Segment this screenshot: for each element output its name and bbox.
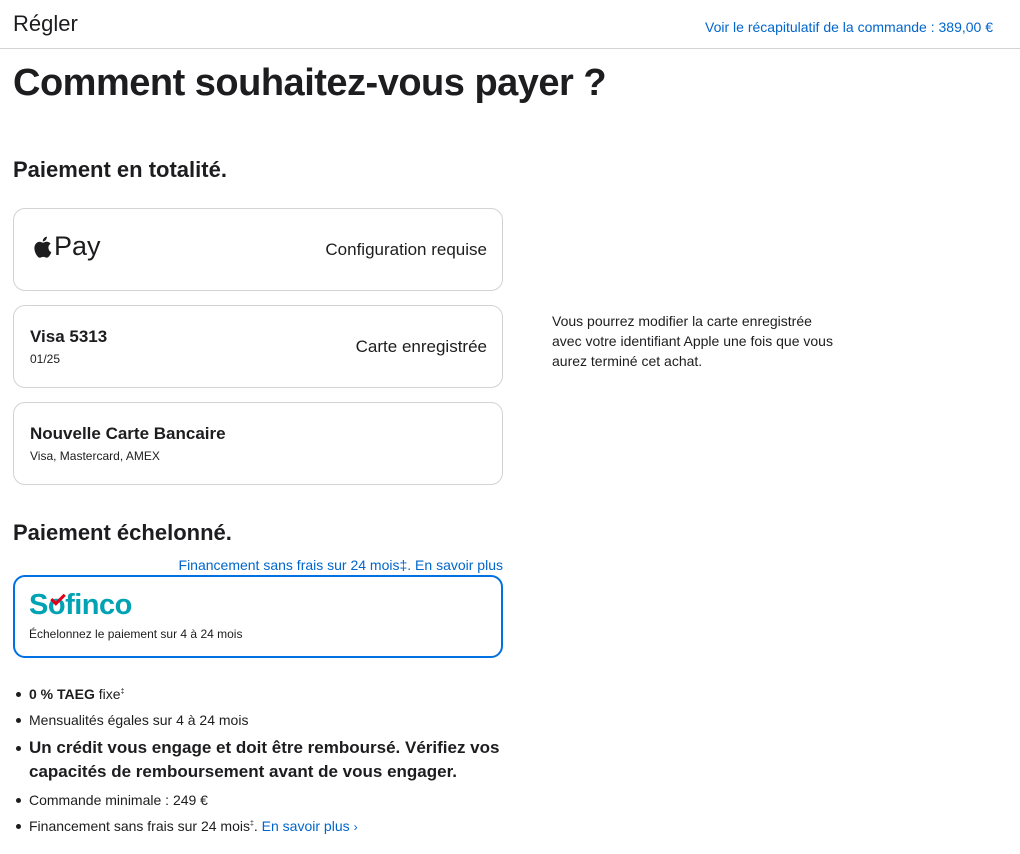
saved-visa-option[interactable]: Visa 5313 01/25 Carte enregistrée xyxy=(13,305,503,388)
financing-learn-more-link[interactable]: Financement sans frais sur 24 mois‡. En … xyxy=(179,557,503,573)
list-item-taeg: 0 % TAEG fixe‡ xyxy=(13,683,513,709)
apple-pay-status: Configuration requise xyxy=(325,240,487,259)
visa-card-name: Visa 5313 xyxy=(30,327,108,346)
page-title: Comment souhaitez-vous payer ? xyxy=(13,62,607,104)
apple-pay-logo: Pay xyxy=(32,231,101,262)
installment-details-list: 0 % TAEG fixe‡ Mensualités égales sur 4 … xyxy=(13,683,513,840)
top-bar: Régler Voir le récapitulatif de la comma… xyxy=(0,0,1020,49)
list-item-financing: Financement sans frais sur 24 mois‡. En … xyxy=(13,814,513,840)
list-item-monthly: Mensualités égales sur 4 à 24 mois xyxy=(13,709,513,736)
sofinco-option[interactable]: So finco Échelonnez le paiement sur 4 à 2… xyxy=(13,575,503,658)
new-card-option[interactable]: Nouvelle Carte Bancaire Visa, Mastercard… xyxy=(13,402,503,485)
list-item-minimum-order: Commande minimale : 249 € xyxy=(13,788,513,814)
apple-icon xyxy=(34,236,52,258)
learn-more-link[interactable]: En savoir plus xyxy=(262,818,350,834)
list-item-credit-warning: Un crédit vous engage et doit être rembo… xyxy=(13,736,513,788)
installments-title: Paiement échelonné. xyxy=(13,520,232,545)
page-header-title: Régler xyxy=(13,11,78,36)
checkmark-icon xyxy=(50,590,66,606)
visa-card-expiry: 01/25 xyxy=(30,352,61,366)
apple-pay-label: Pay xyxy=(54,231,101,261)
sofinco-logo: So finco xyxy=(29,589,132,621)
chevron-right-icon: › xyxy=(353,820,358,834)
sofinco-description: Échelonnez le paiement sur 4 à 24 mois xyxy=(29,627,243,641)
new-card-name: Nouvelle Carte Bancaire xyxy=(30,424,226,443)
full-payment-title: Paiement en totalité. xyxy=(13,157,227,182)
apple-pay-option[interactable]: Pay Configuration requise xyxy=(13,208,503,291)
visa-card-status: Carte enregistrée xyxy=(355,337,487,356)
new-card-networks: Visa, Mastercard, AMEX xyxy=(30,449,160,463)
order-summary-link[interactable]: Voir le récapitulatif de la commande : 3… xyxy=(705,19,993,35)
saved-card-note: Vous pourrez modifier la carte enregistr… xyxy=(552,313,833,369)
